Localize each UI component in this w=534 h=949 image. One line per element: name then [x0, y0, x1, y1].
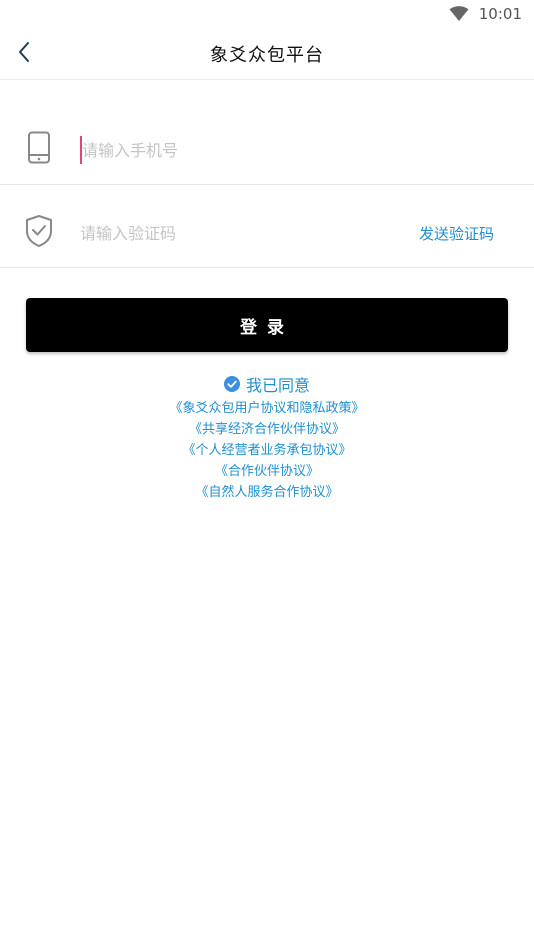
send-code-button[interactable]: 发送验证码 [419, 223, 494, 244]
agreement-link-partner[interactable]: 《合作伙伴协议》 [215, 461, 319, 482]
page-title: 象爻众包平台 [210, 44, 324, 66]
phone-row [0, 103, 534, 185]
agreement-links: 《象爻众包用户协议和隐私政策》 《共享经济合作伙伴协议》 《个人经营者业务承包协… [0, 398, 534, 503]
login-button[interactable]: 登录 [26, 298, 508, 352]
login-screen: 10:01 象爻众包平台 请输入手机号 请输入验证码 发送验证码 登录 我已同意… [0, 0, 534, 949]
phone-input[interactable] [80, 136, 380, 164]
agreement-link-user-privacy[interactable]: 《象爻众包用户协议和隐私政策》 [169, 398, 364, 419]
agreement-link-natural-person[interactable]: 《自然人服务合作协议》 [195, 482, 338, 503]
wifi-icon [449, 6, 469, 22]
header: 象爻众包平台 [0, 28, 534, 80]
code-input[interactable] [80, 219, 380, 247]
check-circle-icon[interactable] [223, 376, 240, 392]
back-button[interactable] [10, 38, 38, 70]
agree-label: 我已同意 [245, 376, 310, 395]
phone-icon [24, 131, 54, 165]
agreement-link-individual-business[interactable]: 《个人经营者业务承包协议》 [182, 440, 351, 461]
agreement-link-sharing-economy[interactable]: 《共享经济合作伙伴协议》 [189, 419, 345, 440]
code-row: 发送验证码 [0, 186, 534, 268]
shield-check-icon [24, 214, 54, 248]
chevron-left-icon [17, 41, 31, 67]
status-bar: 10:01 [0, 0, 534, 28]
status-time: 10:01 [478, 5, 522, 23]
agreement-checkbox-row: 我已同意 [0, 372, 534, 396]
